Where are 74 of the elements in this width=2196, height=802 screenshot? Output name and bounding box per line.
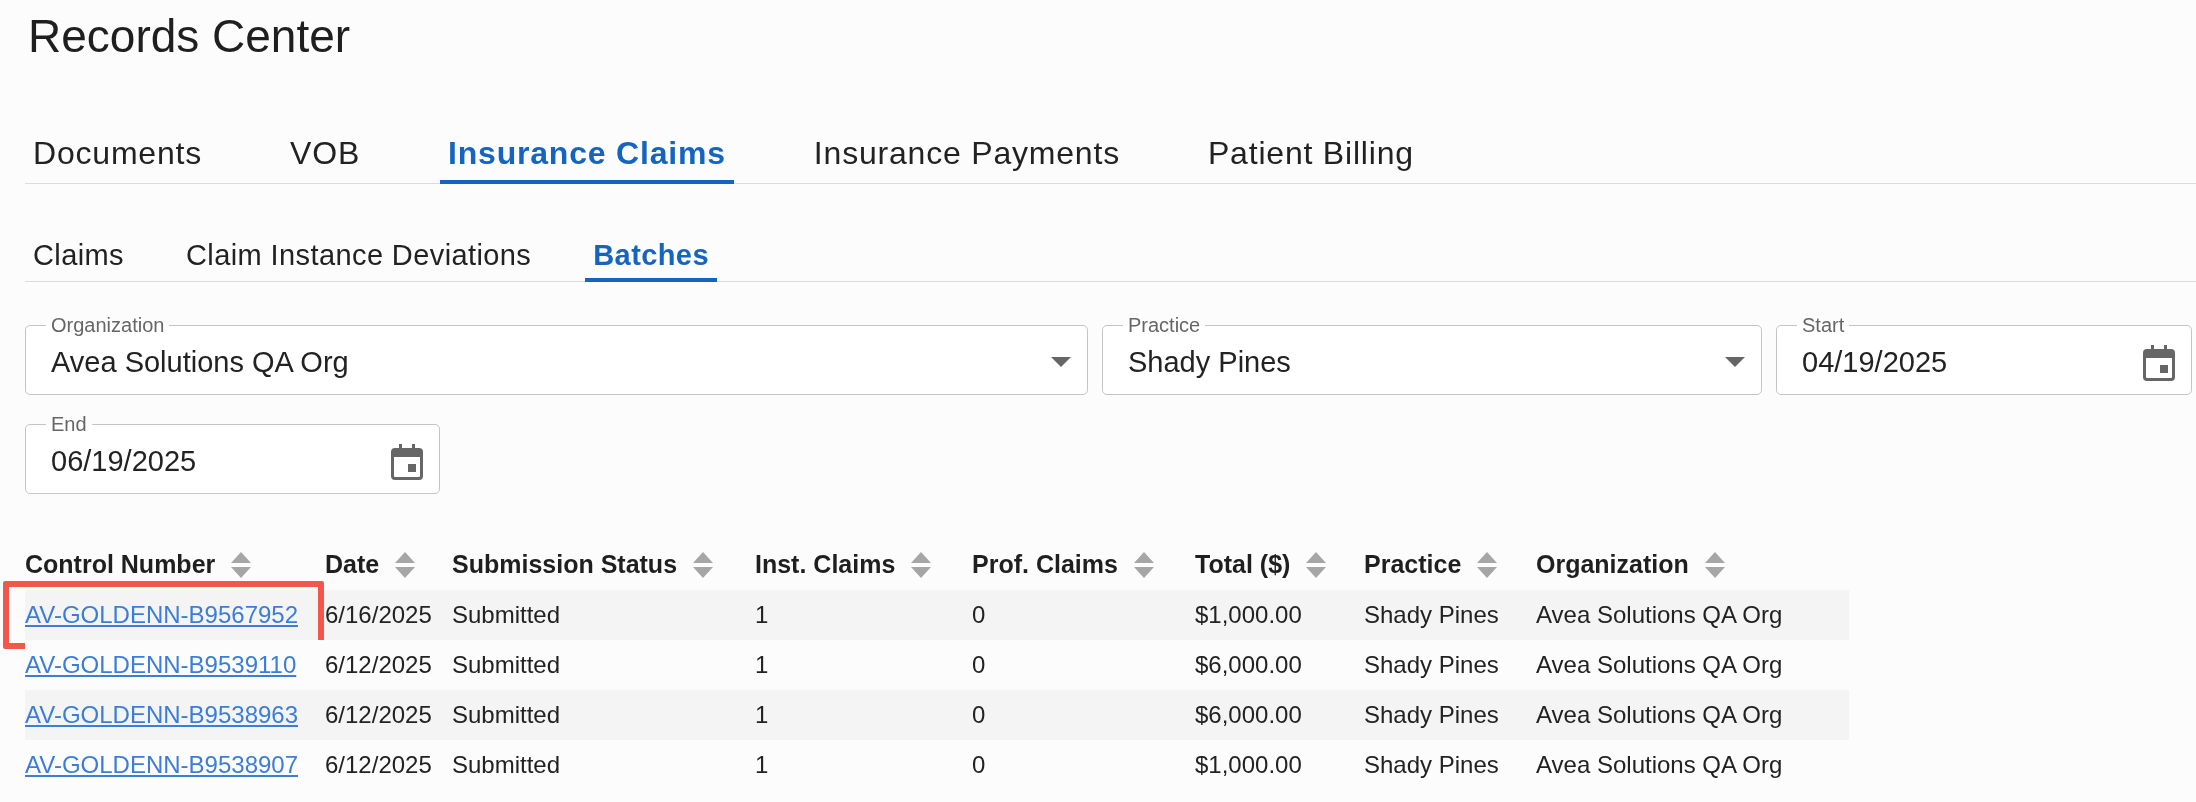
table-cell: Submitted [452, 651, 561, 678]
column-header[interactable]: Inst. Claims [755, 546, 896, 584]
control-number-link[interactable]: AV-GOLDENN-B9538907 [25, 751, 299, 778]
table-cell: $1,000.00 [1195, 601, 1302, 628]
table-cell: 6/12/2025 [325, 701, 432, 728]
sort-icon[interactable] [1306, 552, 1327, 578]
tab[interactable]: VOB [282, 126, 369, 184]
field-value: 04/19/2025 [1802, 345, 1949, 381]
table-cell: Shady Pines [1364, 701, 1499, 728]
sort-icon[interactable] [1133, 552, 1154, 578]
table-cell: Shady Pines [1364, 751, 1499, 778]
field-label: Start [1801, 314, 1846, 336]
table-cell: 1 [755, 651, 769, 678]
table-cell: Submitted [452, 601, 561, 628]
dropdown-arrow-icon[interactable] [1725, 357, 1745, 369]
sort-icon[interactable] [395, 552, 416, 578]
column-header[interactable]: Total ($) [1195, 546, 1291, 584]
table-cell: Shady Pines [1364, 651, 1499, 678]
column-header[interactable]: Date [325, 546, 380, 584]
table-row[interactable]: AV-GOLDENN-B9567952 6/16/2025 Submitted 1 0 $1,000.00 Shady Pines Avea Solutions QA Org [25, 590, 1849, 640]
sort-icon[interactable] [231, 552, 252, 578]
calendar-icon[interactable] [2143, 345, 2175, 381]
field-value: Shady Pines [1128, 345, 1292, 381]
table-cell: 0 [972, 601, 986, 628]
table-cell: Avea Solutions QA Org [1536, 651, 1783, 678]
table-cell: 6/16/2025 [325, 601, 432, 628]
dropdown-arrow-icon[interactable] [1051, 357, 1071, 369]
field-label: Organization [50, 314, 166, 336]
sort-icon[interactable] [693, 552, 714, 578]
sort-icon[interactable] [911, 552, 932, 578]
table-cell: 1 [755, 601, 769, 628]
table-row[interactable]: AV-GOLDENN-B9538963 6/12/2025 Submitted 1 0 $6,000.00 Shady Pines Avea Solutions QA Org [25, 690, 1849, 740]
tab[interactable]: Patient Billing [1199, 126, 1422, 184]
tab[interactable]: Insurance Payments [805, 126, 1128, 184]
tab[interactable]: Insurance Claims [440, 126, 734, 184]
tab[interactable]: Documents [25, 126, 211, 184]
table-cell: $6,000.00 [1195, 651, 1302, 678]
table-cell: 0 [972, 651, 986, 678]
table-cell: Submitted [452, 751, 561, 778]
table-cell: $1,000.00 [1195, 751, 1302, 778]
field-label: Practice [1127, 314, 1202, 336]
table-cell: Shady Pines [1364, 601, 1499, 628]
field-value: 06/19/2025 [51, 444, 198, 480]
select-field[interactable]: Organization Avea Solutions QA Org [25, 314, 1088, 395]
field-value: Avea Solutions QA Org [51, 345, 350, 381]
column-header[interactable]: Organization [1536, 546, 1689, 584]
sort-icon[interactable] [1704, 552, 1725, 578]
subtab[interactable]: Claims [25, 234, 132, 282]
column-header[interactable]: Prof. Claims [972, 546, 1118, 584]
table-cell: 1 [755, 751, 769, 778]
control-number-link[interactable]: AV-GOLDENN-B9539110 [25, 651, 297, 678]
control-number-link[interactable]: AV-GOLDENN-B9538963 [25, 701, 299, 728]
table-cell: 0 [972, 751, 986, 778]
select-field[interactable]: Practice Shady Pines [1102, 314, 1762, 395]
table-cell: 6/12/2025 [325, 751, 432, 778]
table-cell: Avea Solutions QA Org [1536, 601, 1783, 628]
field-label: End [50, 413, 88, 435]
table-cell: 0 [972, 701, 986, 728]
date-field[interactable]: End 06/19/2025 [25, 413, 440, 494]
column-header[interactable]: Control Number [25, 546, 216, 584]
column-header[interactable]: Practice [1364, 546, 1462, 584]
sort-icon[interactable] [1477, 552, 1498, 578]
column-header[interactable]: Submission Status [452, 546, 678, 584]
subtab[interactable]: Claim Instance Deviations [178, 234, 540, 282]
table-cell: 6/12/2025 [325, 651, 432, 678]
table-cell: Avea Solutions QA Org [1536, 751, 1783, 778]
table-cell: Submitted [452, 701, 561, 728]
table-cell: $6,000.00 [1195, 701, 1302, 728]
calendar-icon[interactable] [391, 444, 423, 480]
subtab[interactable]: Batches [585, 234, 717, 282]
control-number-link[interactable]: AV-GOLDENN-B9567952 [25, 601, 299, 628]
table-cell: Avea Solutions QA Org [1536, 701, 1783, 728]
table-cell: 1 [755, 701, 769, 728]
page-title: Records Center [28, 9, 351, 64]
